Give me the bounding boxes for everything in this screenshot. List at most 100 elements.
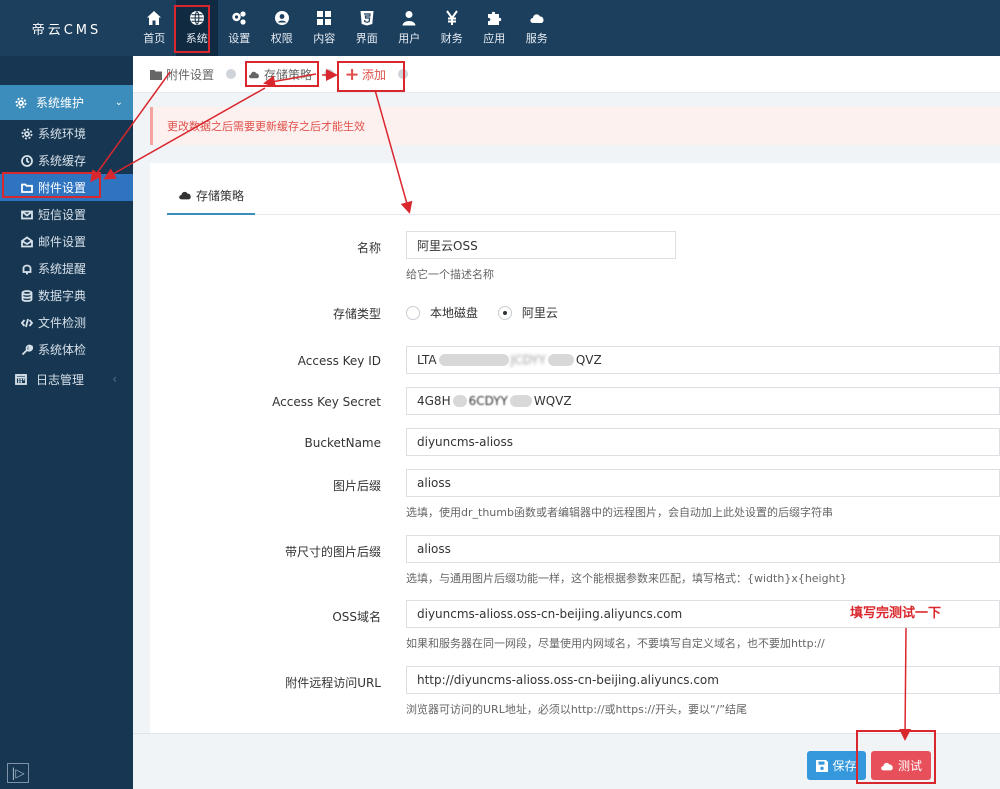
envelope-open-icon: [20, 235, 34, 249]
cloud-icon: [530, 14, 544, 23]
redacted-blur: [547, 354, 574, 366]
remote-url-help: 浏览器可访问的URL地址，必须以http://或https://开头，要以“/”…: [406, 703, 748, 716]
sidebar-item-label: 邮件设置: [38, 235, 87, 249]
oss-domain-label: OSS域名: [332, 610, 381, 624]
nav-user[interactable]: 用户: [388, 0, 431, 56]
sized-image-suffix-input[interactable]: alioss: [406, 535, 1000, 563]
yen-icon: [445, 10, 458, 25]
redacted-blur: [452, 395, 467, 407]
storage-type-label: 存储类型: [332, 307, 381, 321]
nav-user-label: 用户: [398, 32, 421, 45]
gear-icon: [14, 96, 28, 110]
form-panel: 存储策略 名称 阿里云OSS 给它一个描述名称 存储类型 本地磁盘 阿里云 Ac…: [150, 163, 1000, 733]
nav-content[interactable]: 内容: [303, 0, 346, 56]
bucket-name-input[interactable]: diyuncms-alioss: [406, 428, 1000, 456]
nav-apps[interactable]: 应用: [473, 0, 516, 56]
highlight-box-test: [856, 730, 936, 784]
access-key-secret-input[interactable]: 4G8H 6CDYY WQVZ: [406, 387, 1000, 415]
nav-permission-label: 权限: [270, 32, 293, 45]
radio-circle: [406, 305, 420, 320]
highlight-box-attachment: [2, 172, 101, 198]
sidebar-group-label: 日志管理: [36, 372, 85, 387]
radio-label: 阿里云: [521, 306, 558, 320]
sidebar: 系统维护 ⌄ 系统环境 系统缓存 附件设置 短信设置 邮件设置 系统提醒 数据字…: [0, 56, 133, 789]
cloud-icon: [179, 191, 191, 200]
sidebar-item-cache[interactable]: 系统缓存: [0, 147, 133, 174]
sidebar-item-label: 系统缓存: [38, 154, 87, 168]
nav-finance[interactable]: 财务: [431, 0, 474, 56]
breadcrumb-attachment[interactable]: 附件设置: [150, 66, 214, 83]
chevron-down-icon: ⌄: [114, 97, 123, 108]
tab-storage-policy[interactable]: 存储策略: [167, 177, 255, 215]
nav-service-label: 服务: [525, 32, 548, 45]
oss-domain-help: 如果和服务器在同一网段，尽量使用内网域名，不要填写自定义域名，也不要加http:…: [406, 637, 825, 650]
highlight-box-system: [174, 5, 210, 53]
redacted-blur: [509, 395, 532, 407]
redacted-blur: [438, 354, 509, 366]
access-key-id-visible-mid: JCDYY: [510, 353, 546, 367]
access-key-secret-visible-end: WQVZ: [533, 394, 572, 408]
grid-icon: [317, 11, 332, 25]
sidebar-item-label: 系统体检: [38, 343, 87, 357]
nav-service[interactable]: 服务: [516, 0, 559, 56]
nav-home[interactable]: 首页: [133, 0, 176, 56]
tab-label: 存储策略: [195, 188, 244, 203]
highlight-box-storage-policy: [245, 61, 319, 87]
folder-icon: [150, 69, 162, 80]
gear-icon: [20, 127, 34, 141]
bell-icon: [20, 262, 34, 276]
envelope-icon: [20, 208, 34, 222]
nav-interface[interactable]: 界面: [346, 0, 389, 56]
user-icon: [402, 11, 416, 26]
remote-url-input[interactable]: http://diyuncms-alioss.oss-cn-beijing.al…: [406, 666, 1000, 694]
sidebar-item-health-check[interactable]: 系统体检: [0, 336, 133, 363]
chevron-left-icon: ‹: [112, 372, 117, 386]
sidebar-group-system-maintenance[interactable]: 系统维护 ⌄: [0, 85, 133, 120]
sidebar-item-label: 文件检测: [38, 316, 87, 330]
access-key-id-input[interactable]: LTA JCDYY QVZ: [406, 346, 1000, 374]
nav-home-label: 首页: [143, 32, 166, 45]
remote-url-label: 附件远程访问URL: [285, 676, 381, 690]
sidebar-group-logs[interactable]: 日志管理 ‹: [0, 363, 133, 395]
nav-finance-label: 财务: [440, 32, 463, 45]
sidebar-item-file-check[interactable]: 文件检测: [0, 309, 133, 336]
calendar-icon: [14, 372, 28, 386]
access-key-secret-visible-mid: 6CDYY: [468, 394, 508, 408]
image-suffix-help: 选填，使用dr_thumb函数或者编辑器中的远程图片，会自动加上此处设置的后缀字…: [406, 506, 833, 519]
sidebar-item-dictionary[interactable]: 数据字典: [0, 282, 133, 309]
sidebar-item-label: 短信设置: [38, 208, 87, 222]
code-icon: [20, 316, 34, 330]
sidebar-item-reminder[interactable]: 系统提醒: [0, 255, 133, 282]
clock-icon: [20, 154, 34, 168]
home-icon: [147, 11, 162, 25]
nav-permission[interactable]: 权限: [261, 0, 304, 56]
radio-local-disk[interactable]: 本地磁盘: [406, 304, 478, 321]
image-suffix-input[interactable]: alioss: [406, 469, 1000, 497]
sized-image-suffix-label: 带尺寸的图片后缀: [284, 545, 381, 559]
radio-circle-checked: [497, 305, 512, 320]
access-key-secret-label: Access Key Secret: [272, 395, 381, 409]
breadcrumb-label: 附件设置: [166, 67, 215, 82]
puzzle-icon: [488, 11, 502, 25]
wrench-icon: [20, 343, 34, 357]
sidebar-item-label: 系统环境: [38, 127, 87, 141]
sidebar-item-sms[interactable]: 短信设置: [0, 201, 133, 228]
highlight-box-add: [337, 61, 405, 92]
access-key-id-visible-start: LTA: [417, 353, 437, 367]
radio-aliyun[interactable]: 阿里云: [497, 304, 558, 321]
save-icon: [816, 759, 829, 772]
access-key-id-label: Access Key ID: [297, 354, 381, 368]
nav-settings[interactable]: 设置: [218, 0, 261, 56]
nav-interface-label: 界面: [355, 32, 378, 45]
name-input[interactable]: 阿里云OSS: [406, 231, 676, 259]
breadcrumb-separator: [324, 69, 335, 79]
name-label: 名称: [356, 241, 381, 255]
image-suffix-label: 图片后缀: [332, 479, 381, 493]
cogs-icon: [232, 11, 246, 25]
sidebar-collapse-button[interactable]: |▷: [7, 763, 29, 783]
radio-label: 本地磁盘: [430, 306, 479, 320]
bucket-name-label: BucketName: [304, 436, 381, 450]
sidebar-item-env[interactable]: 系统环境: [0, 120, 133, 147]
sidebar-item-mail[interactable]: 邮件设置: [0, 228, 133, 255]
app-logo[interactable]: 帝云CMS: [0, 0, 133, 56]
